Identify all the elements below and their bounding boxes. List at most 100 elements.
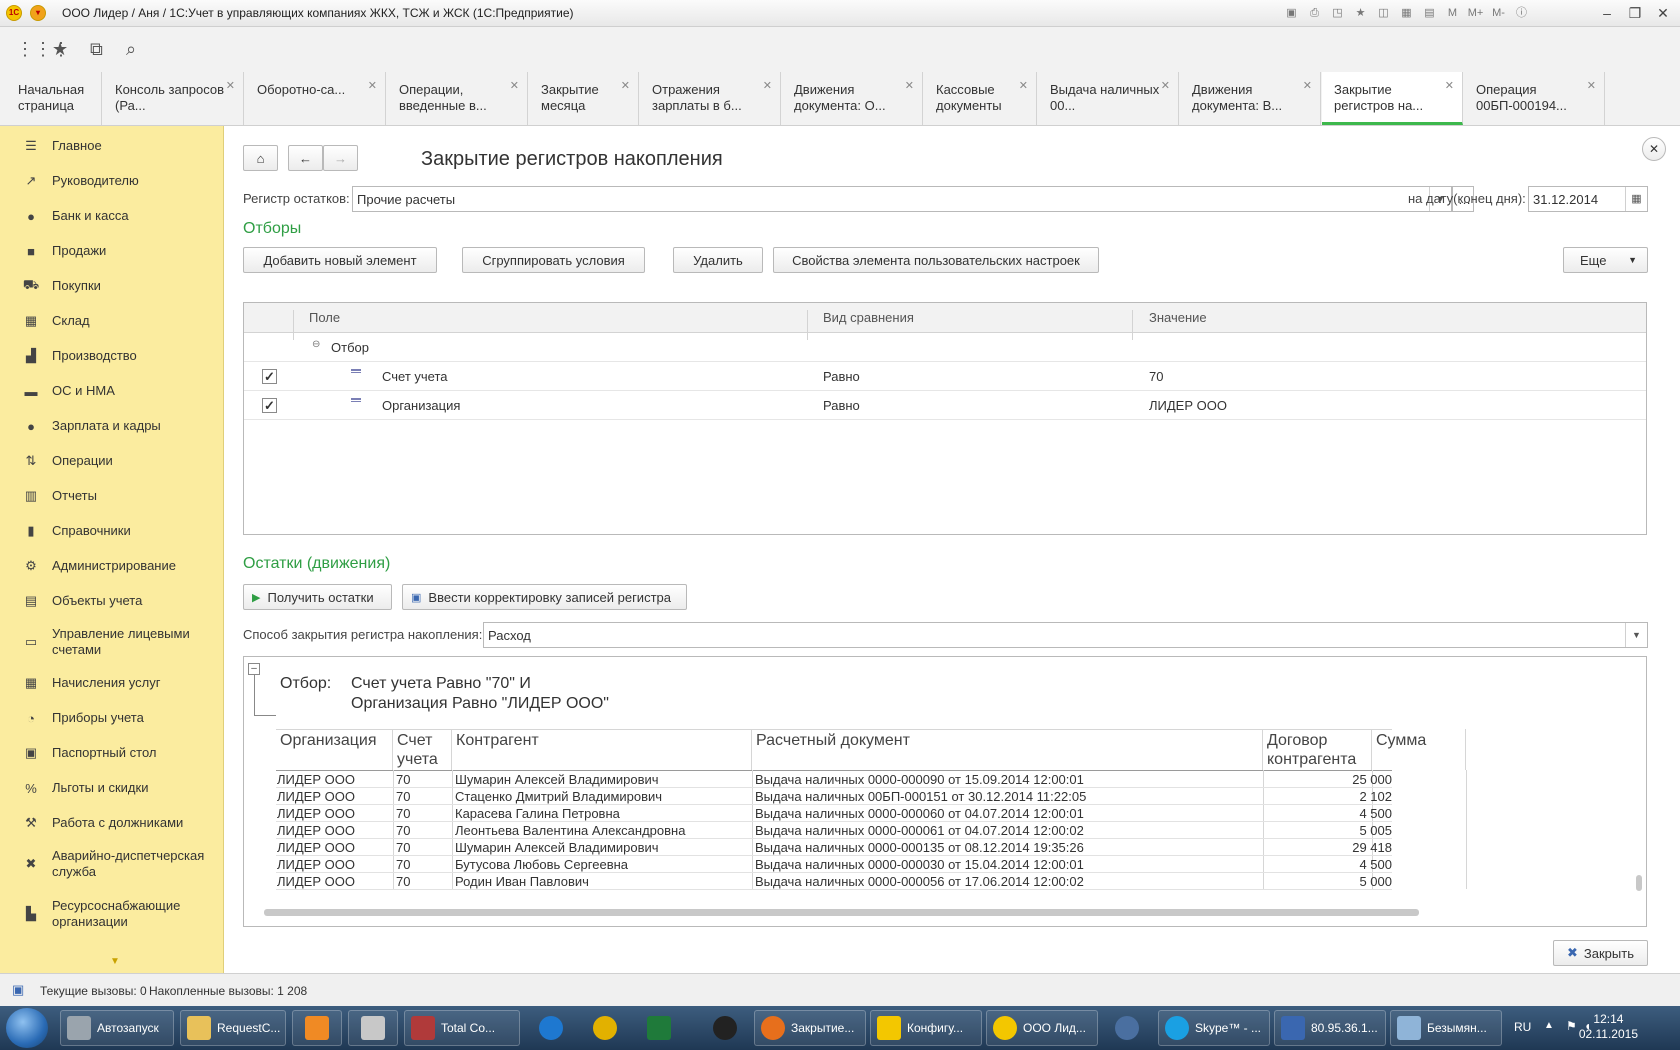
memory-minus-icon[interactable]: M- bbox=[1490, 5, 1507, 21]
get-balances-button[interactable]: ▶ Получить остатки bbox=[243, 584, 392, 610]
calendar-icon[interactable]: ▦ bbox=[1625, 187, 1647, 211]
history-icon[interactable]: ◫ bbox=[1375, 5, 1392, 21]
more-button[interactable]: Еще ▼ bbox=[1563, 247, 1648, 273]
close-button[interactable]: ✖ Закрыть bbox=[1553, 940, 1648, 966]
element-properties-button[interactable]: Свойства элемента пользовательских настр… bbox=[773, 247, 1099, 273]
taskbar-item[interactable]: Безымян... bbox=[1390, 1010, 1502, 1046]
group-conditions-button[interactable]: Сгруппировать условия bbox=[462, 247, 645, 273]
close-tab-icon[interactable]: ✕ bbox=[1161, 78, 1170, 94]
taskbar-item[interactable]: 80.95.36.1... bbox=[1274, 1010, 1386, 1046]
flag-icon[interactable]: ⚑ bbox=[1566, 1019, 1577, 1033]
close-tab-icon[interactable]: ✕ bbox=[226, 78, 235, 94]
minimize-icon[interactable]: – bbox=[1598, 4, 1616, 22]
taskbar-item[interactable] bbox=[526, 1010, 576, 1046]
sidebar-item-sales[interactable]: ■ Продажи bbox=[0, 239, 224, 263]
sidebar-item-bank[interactable]: ● Банк и касса bbox=[0, 204, 224, 228]
delete-button[interactable]: Удалить bbox=[673, 247, 763, 273]
forward-button[interactable]: → bbox=[323, 145, 358, 171]
tab-cash-issue[interactable]: Выдача наличных 00... ✕ bbox=[1038, 72, 1179, 125]
sidebar-item-meters[interactable]: ◔ Приборы учета bbox=[0, 706, 224, 730]
collapse-group-icon[interactable]: – bbox=[248, 663, 260, 675]
sidebar-item-accounting-objects[interactable]: ▤ Объекты учета bbox=[0, 589, 224, 613]
close-tab-icon[interactable]: ✕ bbox=[905, 78, 914, 94]
close-tab-icon[interactable]: ✕ bbox=[1587, 78, 1596, 94]
sidebar-item-admin[interactable]: ⚙ Администрирование bbox=[0, 554, 224, 578]
report-spreadsheet[interactable]: – Отбор: Счет учета Равно "70" И Организ… bbox=[243, 656, 1647, 927]
tab-cash-documents[interactable]: Кассовые документы ✕ bbox=[924, 72, 1037, 125]
taskbar-item[interactable]: RequestC... bbox=[180, 1010, 286, 1046]
calculator-icon[interactable]: ▦ bbox=[1398, 5, 1415, 21]
preview-icon[interactable]: ◳ bbox=[1329, 5, 1346, 21]
tab-doc-movements-1[interactable]: Движения документа: О... ✕ bbox=[782, 72, 923, 125]
tab-operation-00bp[interactable]: Операция 00БП-000194... ✕ bbox=[1464, 72, 1605, 125]
date-field[interactable]: 31.12.2014 ▦ bbox=[1528, 186, 1648, 212]
chevron-down-icon[interactable]: ▼ bbox=[1625, 623, 1647, 647]
tab-turnover[interactable]: Оборотно-са... ✕ bbox=[245, 72, 386, 125]
report-row[interactable]: ЛИДЕР ООО 70 Стаценко Дмитрий Владимиров… bbox=[276, 788, 1392, 805]
register-select[interactable]: Прочие расчеты ▼ bbox=[352, 186, 1452, 212]
sidebar-item-payroll[interactable]: ● Зарплата и кадры bbox=[0, 414, 224, 438]
report-row[interactable]: ЛИДЕР ООО 70 Шумарин Алексей Владимирови… bbox=[276, 771, 1392, 788]
favorites-icon[interactable]: ★ bbox=[1352, 5, 1369, 21]
taskbar-item[interactable]: Автозапуск bbox=[60, 1010, 174, 1046]
info-icon[interactable]: ⓘ bbox=[1513, 5, 1530, 21]
sidebar-item-personal-accounts[interactable]: ▭ Управление лицевыми счетами bbox=[0, 624, 224, 660]
taskbar-item[interactable]: Skype™ - ... bbox=[1158, 1010, 1270, 1046]
taskbar-item[interactable] bbox=[292, 1010, 342, 1046]
method-select[interactable]: Расход ▼ bbox=[483, 622, 1648, 648]
tab-start-page[interactable]: Начальная страница bbox=[6, 72, 102, 125]
save-icon[interactable]: ▣ bbox=[1283, 5, 1300, 21]
tab-month-closing[interactable]: Закрытие месяца ✕ bbox=[529, 72, 639, 125]
sidebar-item-warehouse[interactable]: ▦ Склад bbox=[0, 309, 224, 333]
vertical-scrollbar[interactable] bbox=[1636, 875, 1642, 891]
sidebar-item-emergency[interactable]: ✖ Аварийно-диспетчерская служба bbox=[0, 846, 224, 882]
home-button[interactable]: ⌂ bbox=[243, 145, 278, 171]
back-button[interactable]: ← bbox=[288, 145, 323, 171]
taskbar-item[interactable]: ООО Лид... bbox=[986, 1010, 1098, 1046]
close-tab-icon[interactable]: ✕ bbox=[1303, 78, 1312, 94]
taskbar-item[interactable] bbox=[700, 1010, 750, 1046]
sidebar-item-benefits[interactable]: % Льготы и скидки bbox=[0, 776, 224, 800]
tab-operations[interactable]: Операции, введенные в... ✕ bbox=[387, 72, 528, 125]
sidebar-item-passport-office[interactable]: ▣ Паспортный стол bbox=[0, 741, 224, 765]
filter-row[interactable]: ✓ Организация Равно ЛИДЕР ООО bbox=[244, 391, 1646, 420]
collapse-icon[interactable]: ⊖ bbox=[312, 339, 320, 350]
star-icon[interactable]: ★ bbox=[52, 39, 68, 60]
sidebar-item-resource-suppliers[interactable]: ▙ Ресурсоснабжающие организации bbox=[0, 896, 224, 932]
main-menu-icon[interactable]: ▾ bbox=[30, 5, 46, 21]
tab-payroll[interactable]: Отражения зарплаты в б... ✕ bbox=[640, 72, 781, 125]
sidebar-item-debtors[interactable]: ⚒ Работа с должниками bbox=[0, 811, 224, 835]
close-tab-icon[interactable]: ✕ bbox=[510, 78, 519, 94]
horizontal-scrollbar[interactable] bbox=[264, 909, 1419, 916]
filter-row[interactable]: ✓ Счет учета Равно 70 bbox=[244, 362, 1646, 391]
report-row[interactable]: ЛИДЕР ООО 70 Карасева Галина Петровна Вы… bbox=[276, 805, 1392, 822]
search-icon[interactable]: ⌕ bbox=[126, 39, 136, 60]
language-indicator[interactable]: RU bbox=[1514, 1020, 1531, 1034]
memory-m-icon[interactable]: M bbox=[1444, 5, 1461, 21]
sidebar-item-production[interactable]: ▟ Производство bbox=[0, 344, 224, 368]
close-form-icon[interactable]: ✕ bbox=[1642, 137, 1666, 161]
close-tab-icon[interactable]: ✕ bbox=[368, 78, 377, 94]
sidebar-item-service-charges[interactable]: ▦ Начисления услуг bbox=[0, 671, 224, 695]
history-icon[interactable]: ⧉ bbox=[90, 39, 103, 60]
filter-checkbox[interactable]: ✓ bbox=[262, 398, 277, 413]
close-window-icon[interactable]: ✕ bbox=[1654, 4, 1672, 22]
sidebar-item-catalogs[interactable]: ▮ Справочники bbox=[0, 519, 224, 543]
close-tab-icon[interactable]: ✕ bbox=[1019, 78, 1028, 94]
close-tab-icon[interactable]: ✕ bbox=[621, 78, 630, 94]
sidebar-item-main[interactable]: ☰ Главное bbox=[0, 134, 224, 158]
add-element-button[interactable]: Добавить новый элемент bbox=[243, 247, 437, 273]
sidebar-item-reports[interactable]: ▥ Отчеты bbox=[0, 484, 224, 508]
report-row[interactable]: ЛИДЕР ООО 70 Бутусова Любовь Сергеевна В… bbox=[276, 856, 1392, 873]
taskbar-item[interactable] bbox=[580, 1010, 630, 1046]
server-calls-icon[interactable]: ▣ bbox=[12, 982, 24, 998]
scroll-down-icon[interactable]: ▼ bbox=[110, 956, 120, 967]
calendar-icon[interactable]: ▤ bbox=[1421, 5, 1438, 21]
app-logo-icon[interactable]: 1С bbox=[6, 5, 22, 21]
tab-query-console[interactable]: Консоль запросов (Ра... ✕ bbox=[103, 72, 244, 125]
close-tab-icon[interactable]: ✕ bbox=[1445, 78, 1454, 94]
tab-register-closing[interactable]: Закрытие регистров на... ✕ bbox=[1322, 72, 1463, 125]
filter-checkbox[interactable]: ✓ bbox=[262, 369, 277, 384]
clock[interactable]: 12:14 02.11.2015 bbox=[1579, 1012, 1638, 1042]
sidebar-item-purchases[interactable]: ⛟ Покупки bbox=[0, 274, 224, 298]
